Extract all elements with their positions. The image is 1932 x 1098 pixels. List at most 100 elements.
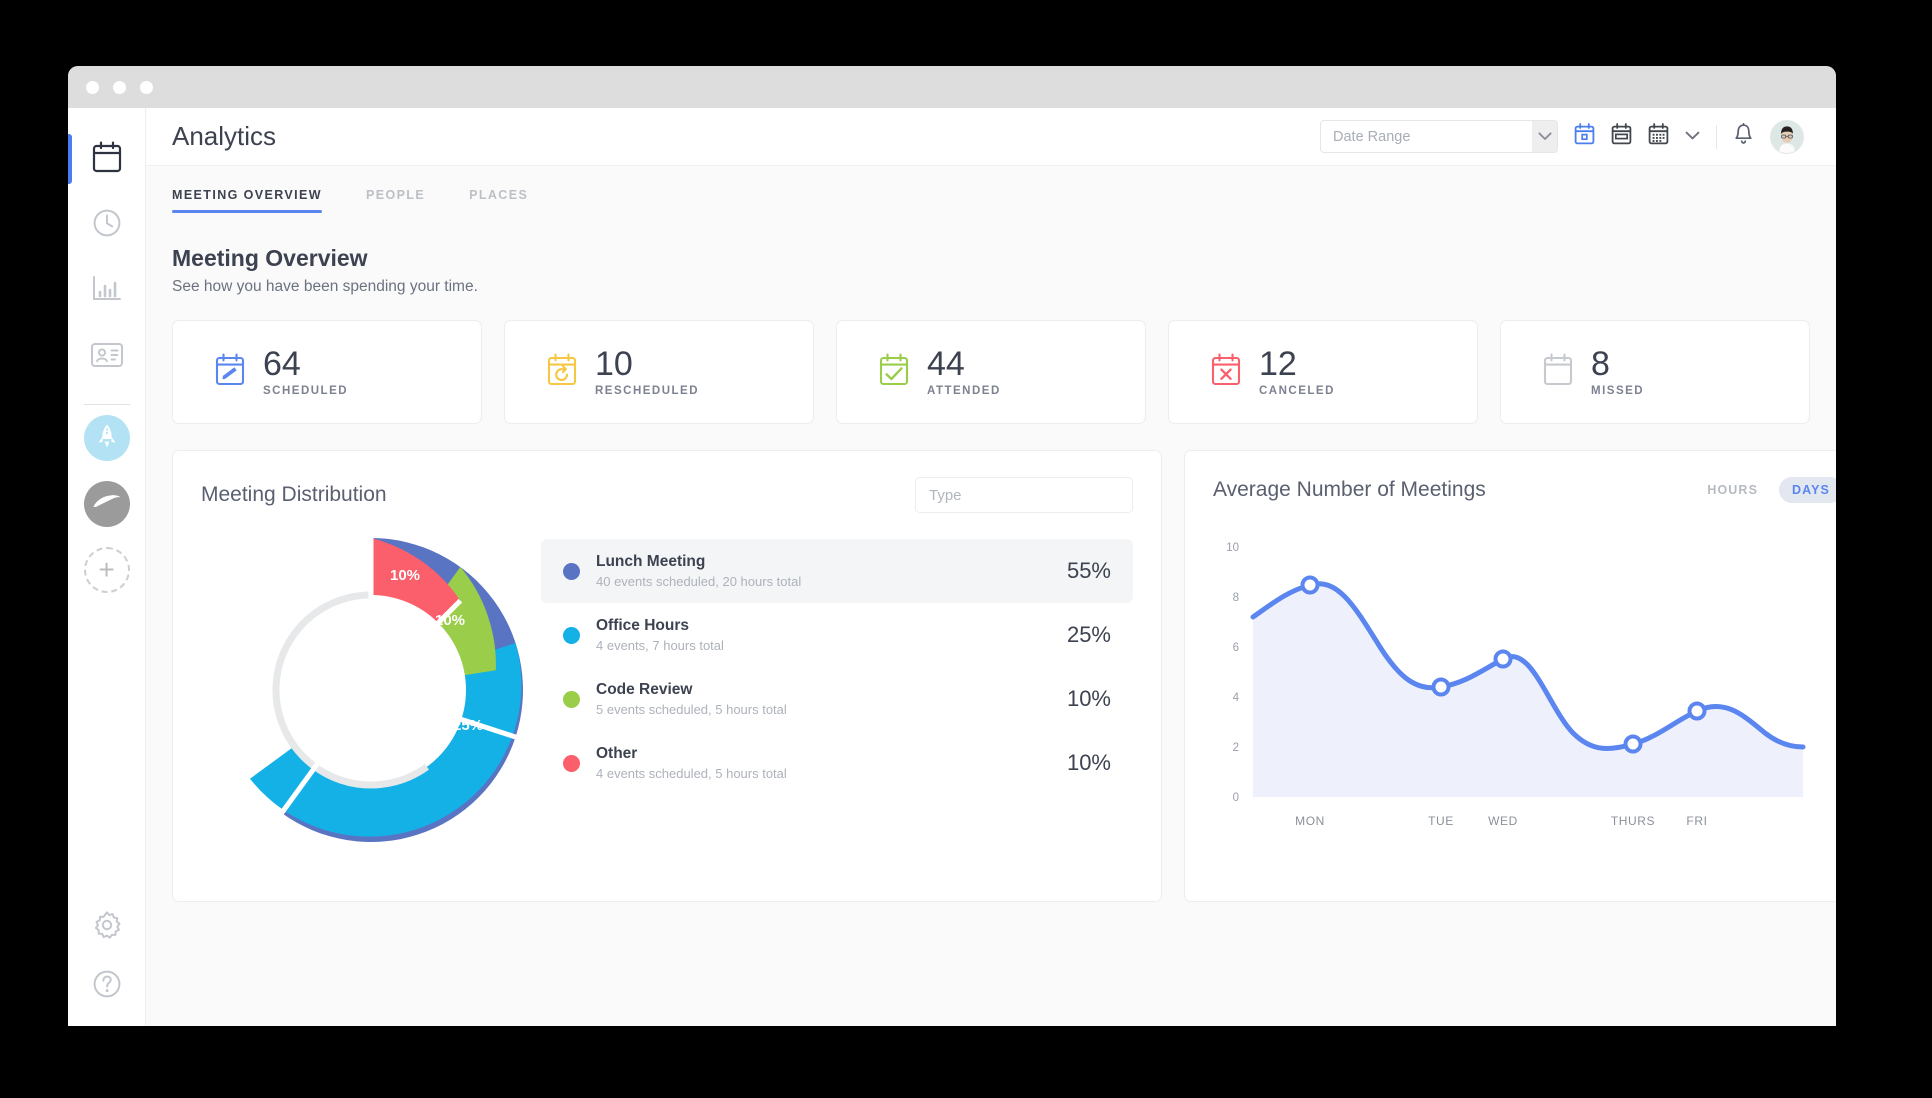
stat-label: SCHEDULED [263, 385, 349, 398]
calendar-week-view-button[interactable] [1611, 123, 1632, 150]
stat-card-rescheduled[interactable]: 10 RESCHEDULED [504, 320, 814, 424]
tab-meeting-overview[interactable]: MEETING OVERVIEW [172, 188, 322, 213]
donut-label-office-hours: 25% [453, 717, 483, 734]
average-meetings-chart: 10 8 6 4 2 0 MON TUE WED THURS FRI [1213, 525, 1836, 840]
calendar-blank-icon [1541, 352, 1575, 393]
legend-detail: 4 events scheduled, 5 hours total [596, 766, 787, 781]
bell-icon [1733, 122, 1754, 151]
stat-card-attended[interactable]: 44 ATTENDED [836, 320, 1146, 424]
window-maximize-button[interactable] [140, 80, 153, 94]
legend-name: Other [596, 745, 638, 762]
x-tick-fri: FRI [1686, 814, 1707, 828]
window-minimize-button[interactable] [113, 80, 126, 94]
meeting-distribution-panel: Meeting Distribution Type 10% 10% 25% 55… [172, 450, 1162, 902]
date-range-dropdown-button[interactable] [1532, 121, 1557, 152]
y-tick-6: 6 [1233, 642, 1239, 654]
legend-detail: 4 events, 7 hours total [596, 638, 724, 653]
rocket-icon [96, 423, 118, 454]
data-point-tue [1431, 677, 1451, 697]
page-title: Analytics [172, 121, 277, 151]
calendar-refresh-icon [545, 352, 579, 393]
calendar-week-icon [1611, 123, 1632, 150]
legend-row-office-hours[interactable]: Office Hours 4 events, 7 hours total 25% [541, 603, 1133, 667]
sidebar-item-calendar[interactable] [68, 126, 146, 192]
legend-color-dot [563, 690, 580, 708]
sidebar-settings-button[interactable] [92, 910, 122, 945]
calendar-day-view-button[interactable] [1574, 123, 1595, 150]
window-titlebar [68, 66, 1836, 108]
main-area: Analytics Date Range MEETING OVERVIEW PE… [146, 108, 1836, 1026]
legend-row-other[interactable]: Other 4 events scheduled, 5 hours total … [541, 731, 1133, 795]
chevron-down-icon [1537, 128, 1552, 146]
legend-name: Code Review [596, 681, 693, 698]
bar-chart-icon [91, 274, 123, 309]
panels-row: Meeting Distribution Type 10% 10% 25% 55… [172, 450, 1836, 902]
y-tick-4: 4 [1233, 692, 1240, 704]
donut-label-lunch-meeting: 55% [239, 730, 269, 747]
stat-label: RESCHEDULED [595, 385, 700, 398]
toggle-hours[interactable]: HOURS [1694, 477, 1771, 503]
tab-places[interactable]: PLACES [469, 188, 528, 213]
user-avatar[interactable] [1770, 119, 1804, 154]
data-point-wed [1493, 649, 1513, 669]
calendar-icon [92, 141, 122, 178]
type-select[interactable] [915, 477, 1133, 513]
calendar-day-icon [1574, 123, 1595, 150]
stat-card-scheduled[interactable]: 64 SCHEDULED [172, 320, 482, 424]
stat-label: MISSED [1591, 385, 1645, 398]
legend-name: Lunch Meeting [596, 553, 706, 570]
data-point-thurs [1623, 734, 1643, 754]
sidebar-workspace-rocket[interactable] [83, 415, 130, 461]
stat-value: 12 [1259, 344, 1297, 383]
legend-row-code-review[interactable]: Code Review 5 events scheduled, 5 hours … [541, 667, 1133, 731]
legend-percent: 10% [1066, 750, 1111, 775]
stat-label: CANCELED [1259, 385, 1335, 398]
y-tick-10: 10 [1226, 542, 1239, 554]
stat-value: 10 [595, 344, 633, 383]
sidebar-item-analytics[interactable] [68, 258, 146, 324]
legend-row-lunch-meeting[interactable]: Lunch Meeting 40 events scheduled, 20 ho… [541, 539, 1133, 603]
clock-icon [92, 208, 122, 243]
data-point-fri [1687, 701, 1707, 721]
y-tick-8: 8 [1233, 592, 1239, 604]
sidebar-workspace-nike[interactable] [83, 481, 130, 527]
calendar-check-icon [877, 352, 911, 393]
section-title: Meeting Overview [172, 245, 368, 271]
legend-detail: 5 events scheduled, 5 hours total [596, 702, 787, 717]
toggle-days[interactable]: DAYS [1779, 477, 1836, 503]
average-meetings-panel: Average Number of Meetings HOURS DAYS 10… [1184, 450, 1836, 902]
date-range-select[interactable] [1320, 120, 1558, 153]
sidebar-help-button[interactable] [92, 969, 122, 1004]
window-close-button[interactable] [86, 80, 99, 94]
sidebar-item-contacts[interactable] [68, 324, 146, 390]
stat-card-missed[interactable]: 8 MISSED [1500, 320, 1810, 424]
stat-label: ATTENDED [927, 385, 1001, 398]
sidebar-add-workspace-button[interactable]: + [83, 547, 130, 593]
view-options-dropdown-button[interactable] [1685, 128, 1700, 146]
swoosh-icon [92, 494, 122, 514]
legend-detail: 40 events scheduled, 20 hours total [596, 574, 802, 589]
calendar-month-view-button[interactable] [1648, 123, 1669, 150]
gear-icon [92, 910, 122, 945]
stat-value: 8 [1591, 344, 1610, 383]
data-point-mon [1300, 575, 1320, 595]
app-window: + Analytics Date Range MEETING OVERVIEW … [68, 66, 1836, 1026]
tab-people[interactable]: PEOPLE [366, 188, 425, 213]
legend-color-dot [563, 626, 580, 644]
calendar-x-icon [1209, 352, 1243, 393]
x-tick-wed: WED [1488, 814, 1518, 828]
toolbar-divider [1716, 124, 1717, 149]
notifications-button[interactable] [1733, 122, 1754, 151]
x-tick-mon: MON [1295, 814, 1325, 828]
legend-name: Office Hours [596, 617, 690, 634]
sidebar-item-time[interactable] [68, 192, 146, 258]
type-input[interactable] [916, 478, 1132, 512]
calendar-edit-icon [213, 352, 247, 393]
legend-color-dot [563, 754, 580, 772]
tab-bar: MEETING OVERVIEW PEOPLE PLACES [146, 166, 1836, 213]
date-range-input[interactable] [1321, 121, 1532, 152]
x-tick-tue: TUE [1428, 814, 1454, 828]
legend-percent: 25% [1066, 622, 1111, 647]
contact-card-icon [90, 341, 124, 374]
stat-card-canceled[interactable]: 12 CANCELED [1168, 320, 1478, 424]
